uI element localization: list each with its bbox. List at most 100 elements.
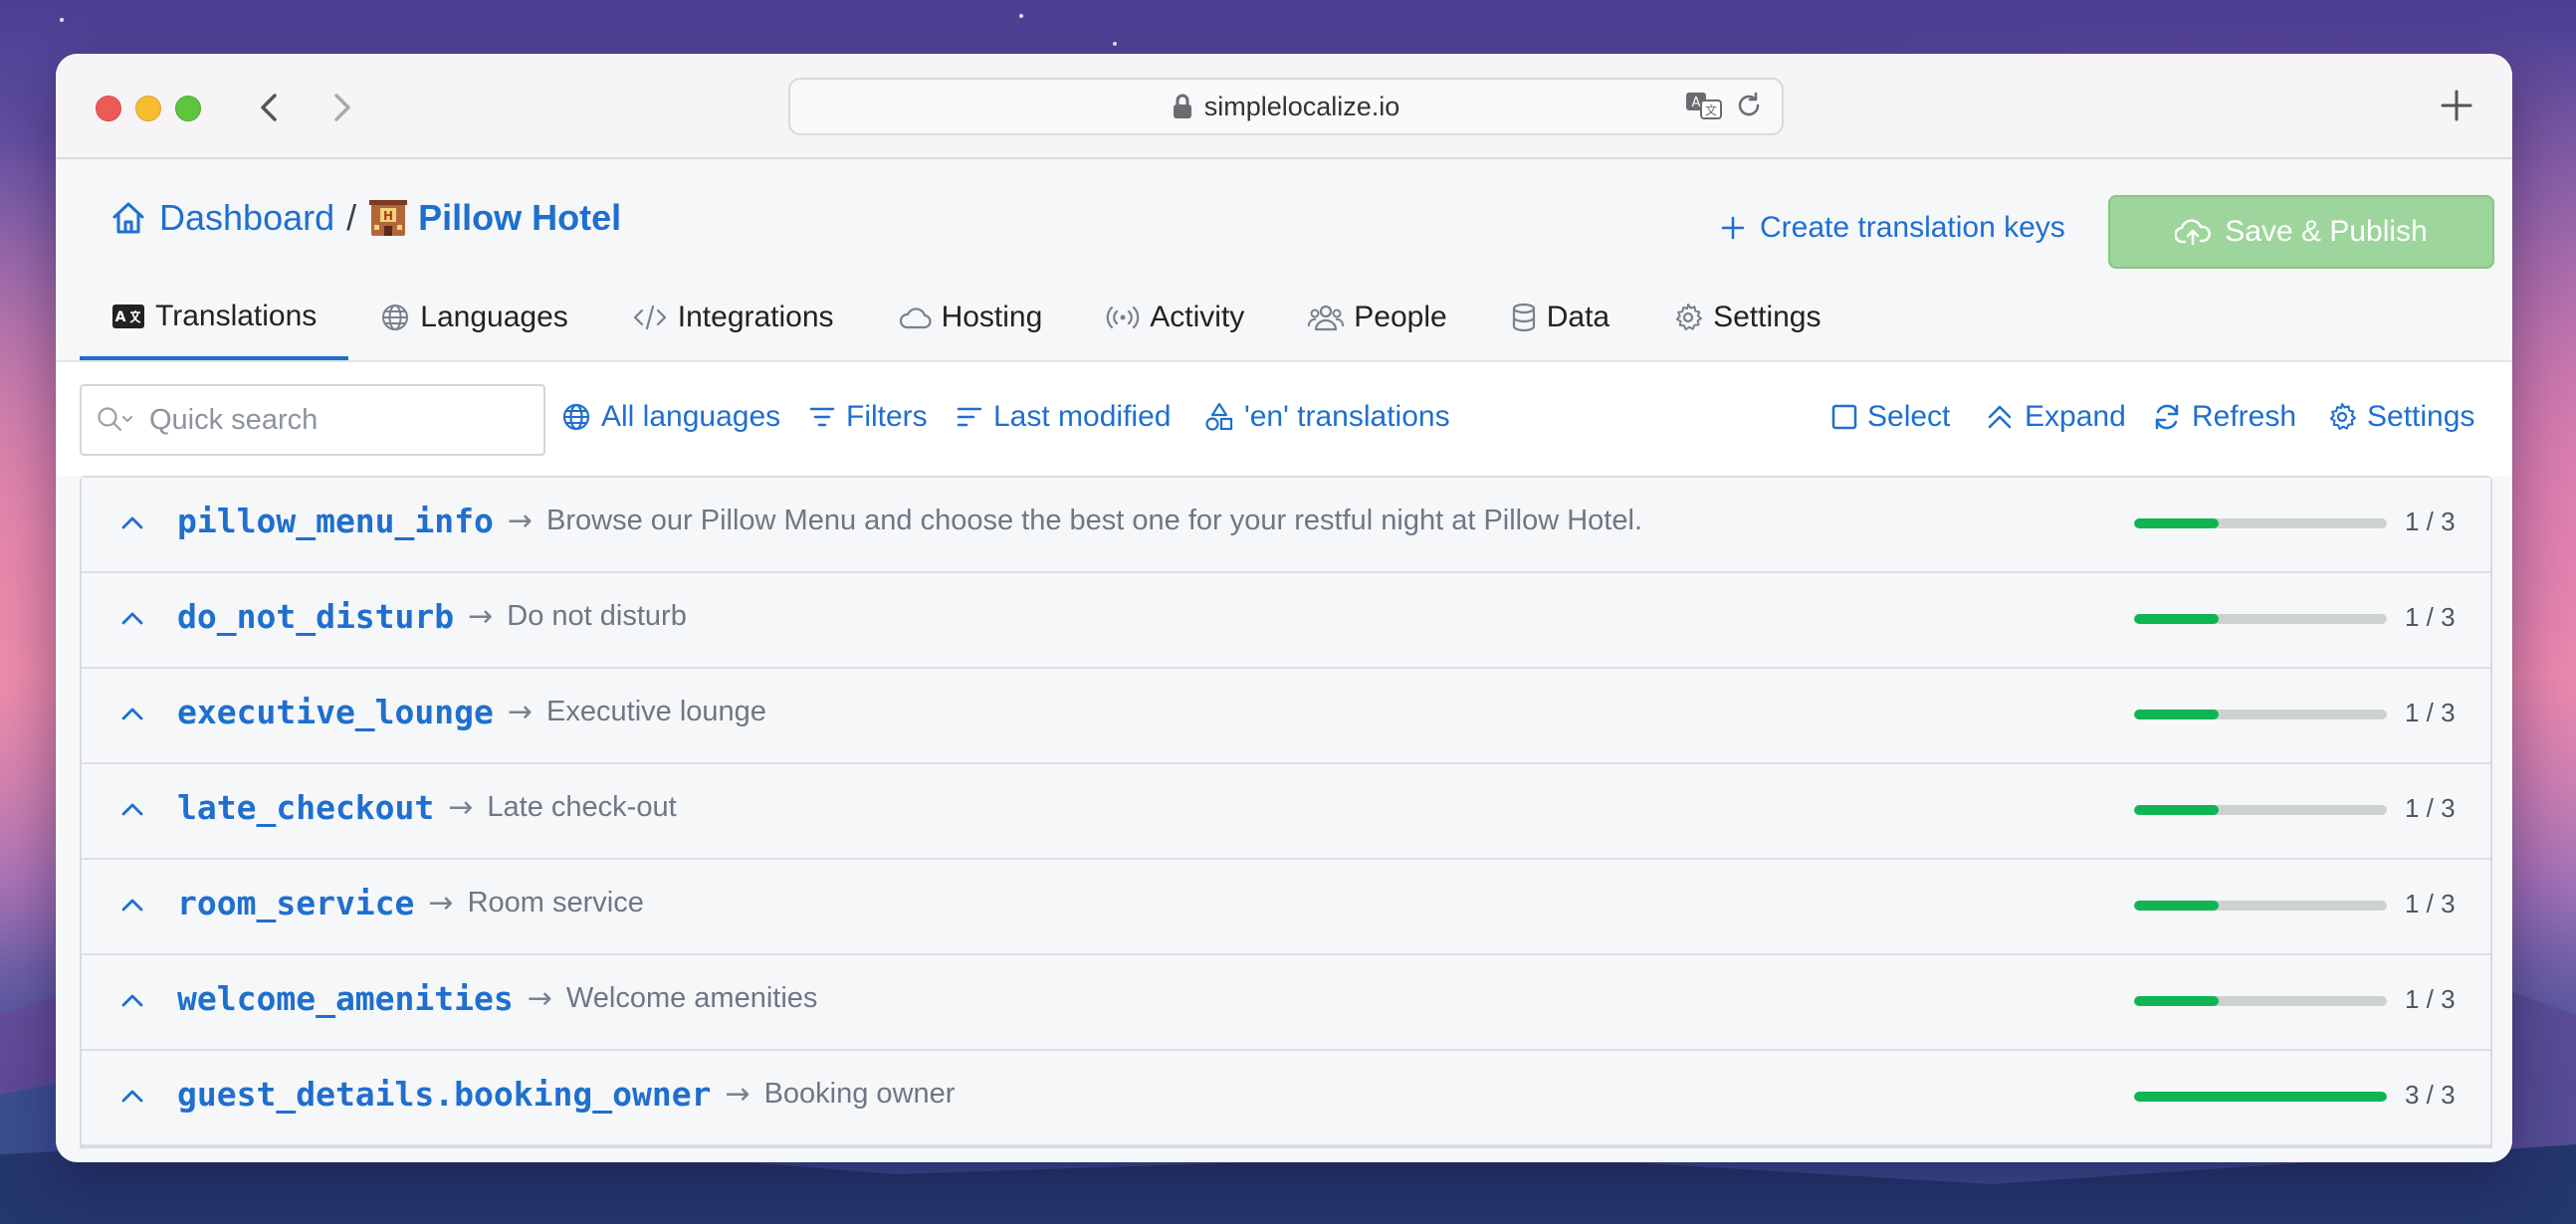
breadcrumb-separator: / <box>346 197 357 238</box>
lock-icon <box>1173 94 1192 119</box>
back-icon[interactable] <box>247 84 295 131</box>
select-label: Select <box>1867 400 1951 433</box>
translation-key-row[interactable]: guest_details.booking_owner → Booking owne… <box>82 1051 2490 1146</box>
select-button[interactable]: Select <box>1831 400 1950 434</box>
translation-value: Do not disturb <box>507 600 687 632</box>
translation-progress-bar <box>2134 614 2387 624</box>
tab-people[interactable]: People <box>1276 277 1478 358</box>
create-translation-keys-button[interactable]: Create translation keys <box>1720 211 2065 245</box>
tab-integrations[interactable]: Integrations <box>600 277 866 358</box>
translation-count: 3 / 3 <box>2405 1080 2456 1110</box>
translate-page-icon[interactable]: A 文 <box>1684 90 1724 121</box>
key-cell[interactable]: guest_details.booking_owner → Booking owne… <box>177 1075 955 1114</box>
filters-button[interactable]: Filters <box>808 400 928 434</box>
project-header: Dashboard / H Pillow Hotel Create transl… <box>56 159 2512 362</box>
chevron-up-icon[interactable] <box>117 985 147 1015</box>
refresh-button[interactable]: Refresh <box>2152 400 2296 434</box>
tab-translations[interactable]: A Translations <box>80 277 349 360</box>
key-cell[interactable]: room_service → Room service <box>177 884 644 922</box>
chevron-up-icon[interactable] <box>117 603 147 633</box>
translation-key-row[interactable]: late_checkout → Late check-out 1 / 3 <box>82 764 2490 860</box>
svg-text:文: 文 <box>1705 102 1717 117</box>
translation-key-name[interactable]: do_not_disturb <box>177 597 454 636</box>
save-publish-button[interactable]: Save & Publish <box>2108 195 2494 269</box>
filters-label: Filters <box>846 400 928 433</box>
arrow-right-icon: → <box>725 1077 751 1112</box>
chevron-up-icon[interactable] <box>117 1081 147 1111</box>
translation-progress-bar <box>2134 805 2387 815</box>
chevron-up-icon[interactable] <box>117 508 147 537</box>
translation-progress-fill <box>2134 996 2219 1006</box>
tab-hosting[interactable]: Hosting <box>866 277 1075 358</box>
tab-data[interactable]: Data <box>1479 277 1641 358</box>
arrow-right-icon: → <box>507 695 534 729</box>
breadcrumb-dashboard-link[interactable]: Dashboard <box>159 197 334 239</box>
address-bar[interactable]: simplelocalize.io A 文 <box>788 78 1784 135</box>
translation-key-name[interactable]: room_service <box>177 884 414 922</box>
translation-key-row[interactable]: executive_lounge → Executive lounge 1 / 3 <box>82 669 2490 764</box>
translation-key-name[interactable]: guest_details.booking_owner <box>177 1075 711 1114</box>
translation-value: Room service <box>467 887 644 918</box>
url-text: simplelocalize.io <box>1203 91 1400 121</box>
translation-key-row[interactable]: welcome_amenities → Welcome amenities 1 / 3 <box>82 955 2490 1051</box>
tab-activity[interactable]: Activity <box>1074 277 1276 358</box>
minimize-window-button[interactable] <box>135 96 161 121</box>
translation-key-row[interactable]: pillow_menu_info → Browse our Pillow Menu … <box>82 478 2490 573</box>
translation-count: 1 / 3 <box>2405 602 2456 632</box>
checkbox-icon <box>1831 404 1857 430</box>
breadcrumb-project-name[interactable]: Pillow Hotel <box>418 197 621 239</box>
svg-text:H: H <box>383 209 393 223</box>
translation-key-name[interactable]: late_checkout <box>177 788 434 827</box>
svg-text:A: A <box>115 309 126 325</box>
translation-key-row[interactable]: room_service → Room service 1 / 3 <box>82 860 2490 955</box>
sort-icon <box>957 407 982 427</box>
close-window-button[interactable] <box>96 96 121 121</box>
translation-value: Executive lounge <box>546 696 766 727</box>
translation-key-row[interactable]: do_not_disturb → Do not disturb 1 / 3 <box>82 573 2490 669</box>
tab-hosting-label: Hosting <box>941 301 1043 333</box>
search-placeholder: Quick search <box>149 403 319 436</box>
maximize-window-button[interactable] <box>175 96 201 121</box>
arrow-right-icon: → <box>507 504 534 538</box>
chevron-up-icon[interactable] <box>117 794 147 824</box>
key-cell[interactable]: pillow_menu_info → Browse our Pillow Menu … <box>177 502 1642 540</box>
forward-icon[interactable] <box>317 84 364 131</box>
plus-icon <box>1721 216 1745 240</box>
translation-progress-fill <box>2134 805 2219 815</box>
en-translations-button[interactable]: 'en' translations <box>1204 400 1450 434</box>
translation-progress-bar <box>2134 710 2387 719</box>
reload-icon[interactable] <box>1734 91 1764 120</box>
create-translation-keys-label: Create translation keys <box>1760 211 2065 244</box>
refresh-icon <box>2155 404 2179 430</box>
key-cell[interactable]: executive_lounge → Executive lounge <box>177 693 766 731</box>
breadcrumb: Dashboard / H Pillow Hotel <box>109 197 621 239</box>
people-icon <box>1308 305 1345 331</box>
all-languages-button[interactable]: All languages <box>561 400 780 434</box>
tab-languages[interactable]: Languages <box>348 277 599 358</box>
translation-count: 1 / 3 <box>2405 507 2456 536</box>
translation-count: 1 / 3 <box>2405 984 2456 1014</box>
arrow-right-icon: → <box>468 599 494 634</box>
translation-key-name[interactable]: welcome_amenities <box>177 979 514 1018</box>
tab-languages-label: Languages <box>420 301 568 333</box>
view-settings-button[interactable]: Settings <box>2327 400 2474 434</box>
key-cell[interactable]: welcome_amenities → Welcome amenities <box>177 979 817 1018</box>
last-modified-label: Last modified <box>993 400 1172 433</box>
page-content: Dashboard / H Pillow Hotel Create transl… <box>56 159 2512 1162</box>
translation-key-name[interactable]: executive_lounge <box>177 693 494 731</box>
filter-icon <box>809 407 835 427</box>
new-tab-icon[interactable] <box>2435 84 2478 127</box>
shapes-icon <box>1205 402 1233 431</box>
chevron-up-icon[interactable] <box>117 890 147 919</box>
tab-settings[interactable]: Settings <box>1641 277 1852 358</box>
home-icon[interactable] <box>109 199 147 237</box>
key-cell[interactable]: late_checkout → Late check-out <box>177 788 677 827</box>
tab-people-label: People <box>1354 301 1447 333</box>
chevron-up-icon[interactable] <box>117 699 147 728</box>
quick-search-input[interactable]: Quick search <box>80 384 545 456</box>
expand-button[interactable]: Expand <box>1985 400 2126 434</box>
key-cell[interactable]: do_not_disturb → Do not disturb <box>177 597 687 636</box>
translation-progress-fill <box>2134 710 2219 719</box>
translation-key-name[interactable]: pillow_menu_info <box>177 502 494 540</box>
sort-last-modified-button[interactable]: Last modified <box>956 400 1171 434</box>
